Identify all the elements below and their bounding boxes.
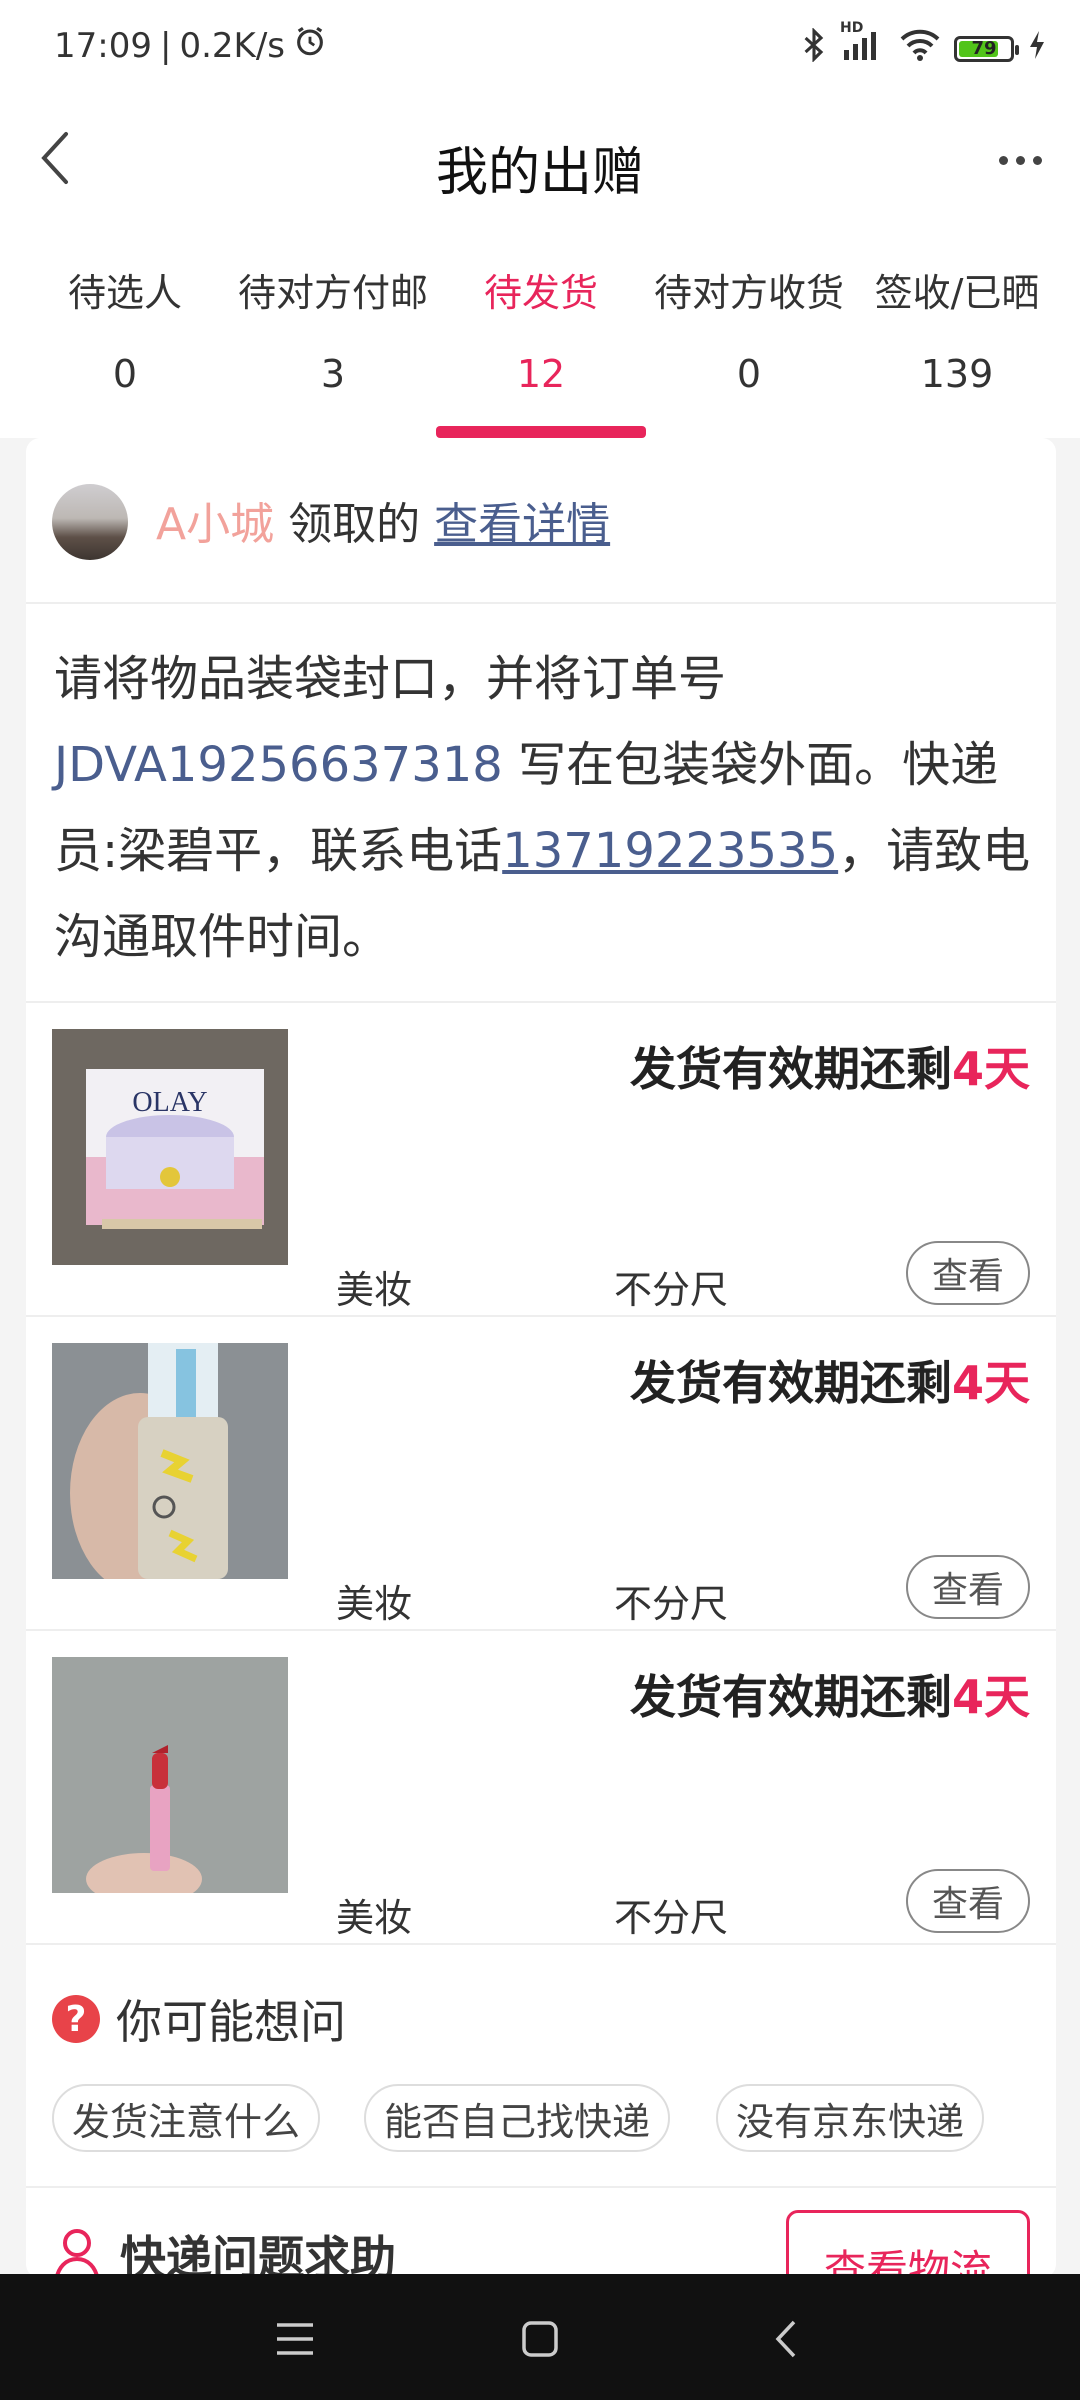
item-size: 不分尺	[614, 1268, 729, 1312]
bluetooth-icon	[800, 27, 828, 69]
home-square-icon	[522, 2321, 558, 2357]
tab-count: 0	[112, 352, 138, 396]
claimer-name[interactable]: A小城	[156, 499, 274, 550]
person-icon	[54, 2229, 100, 2278]
item-row: OLAY 发货有效期还剩4天 美妆 不分尺 查看	[26, 1003, 1056, 1317]
tab-pending-receipt[interactable]: 待对方收货 0	[644, 220, 854, 438]
deadline-days: 4天	[951, 1356, 1030, 1410]
item-size: 不分尺	[614, 1582, 729, 1626]
item-thumbnail[interactable]	[52, 1343, 288, 1579]
more-button[interactable]	[980, 120, 1060, 200]
menu-icon	[277, 2323, 313, 2355]
signal-hd-label: HD	[840, 20, 864, 36]
item-thumbnail[interactable]: OLAY	[52, 1029, 288, 1265]
shipping-deadline: 发货有效期还剩4天	[630, 1347, 1030, 1413]
view-logistics-button[interactable]: 查看物流	[786, 2210, 1030, 2278]
item-image-cream-jar: OLAY	[52, 1029, 288, 1265]
tab-pending-selection[interactable]: 待选人 0	[20, 220, 230, 438]
recent-apps-button[interactable]	[260, 2304, 330, 2374]
tab-count: 139	[920, 352, 994, 396]
question-icon: ?	[52, 1995, 100, 2043]
view-item-button[interactable]: 查看	[906, 1869, 1030, 1933]
claimer-row: A小城 领取的 查看详情	[26, 438, 1056, 604]
signal-icon: HD	[840, 20, 886, 67]
shipping-deadline: 发货有效期还剩4天	[630, 1661, 1030, 1727]
active-tab-indicator	[436, 426, 646, 438]
instruction-part1: 请将物品装袋封口，并将订单号	[54, 651, 727, 707]
deadline-label: 发货有效期还剩	[629, 1042, 952, 1096]
order-number: JDVA19256637318	[54, 737, 503, 793]
deadline-label: 发货有效期还剩	[629, 1670, 952, 1724]
item-category: 美妆	[336, 1582, 413, 1626]
shipping-deadline: 发货有效期还剩4天	[630, 1033, 1030, 1099]
deadline-label: 发货有效期还剩	[629, 1356, 952, 1410]
thumb-brand-text: OLAY	[132, 1087, 207, 1118]
tab-received-shared[interactable]: 签收/已晒 139	[852, 220, 1062, 438]
faq-title: 你可能想问	[116, 1995, 346, 2049]
item-thumbnail[interactable]	[52, 1657, 288, 1893]
status-tabs: 待选人 0 待对方付邮 3 待发货 12 待对方收货 0 签收/已晒 139	[0, 220, 1080, 438]
faq-chip[interactable]: 发货注意什么	[52, 2084, 321, 2152]
status-time: 17:09	[54, 25, 152, 66]
avatar[interactable]	[52, 484, 128, 560]
status-left: 17:09 | 0.2K/s	[54, 24, 327, 67]
charging-icon	[1028, 30, 1046, 67]
back-arrow-icon	[775, 2320, 796, 2358]
battery-level: 79	[971, 38, 997, 59]
faq-chip[interactable]: 能否自己找快递	[364, 2084, 671, 2152]
tab-count: 0	[736, 352, 762, 396]
status-bar: 17:09 | 0.2K/s HD 79	[0, 0, 1080, 100]
tab-label: 签收/已晒	[874, 271, 1040, 315]
view-item-button[interactable]: 查看	[906, 1241, 1030, 1305]
back-nav-button[interactable]	[750, 2304, 820, 2374]
more-horizontal-icon	[998, 155, 1008, 165]
item-row: 发货有效期还剩4天 美妆 不分尺 查看	[26, 1317, 1056, 1631]
status-separator: |	[159, 25, 172, 66]
divider	[26, 2186, 1056, 2188]
item-row: 发货有效期还剩4天 美妆 不分尺 查看	[26, 1631, 1056, 1945]
tab-count: 3	[320, 352, 346, 396]
status-right: HD 79	[800, 20, 1046, 69]
courier-help-title: 快递问题求助	[120, 2231, 396, 2278]
status-network-speed: 0.2K/s	[179, 25, 285, 66]
view-details-link[interactable]: 查看详情	[434, 499, 610, 550]
system-navigation-bar	[0, 2274, 1080, 2400]
courier-help-row[interactable]: 快递问题求助	[52, 2222, 396, 2278]
faq-chip[interactable]: 没有京东快递	[716, 2084, 985, 2152]
claimer-suffix: 领取的	[288, 499, 421, 550]
nav-bar: 我的出赠	[0, 100, 1080, 220]
tab-count: 12	[516, 352, 566, 396]
page-title: 我的出赠	[435, 143, 644, 203]
faq-section-title: ? 你可能想问	[52, 1986, 346, 2052]
claimer-text: A小城 领取的 查看详情	[156, 488, 610, 552]
view-item-button[interactable]: 查看	[906, 1555, 1030, 1619]
deadline-days: 4天	[951, 1042, 1030, 1096]
battery-icon: 79	[954, 35, 1019, 62]
item-image-foundation-bottle	[52, 1343, 288, 1579]
item-size: 不分尺	[614, 1896, 729, 1940]
wifi-icon	[900, 29, 940, 68]
item-category: 美妆	[336, 1268, 413, 1312]
item-image-lipstick	[52, 1657, 288, 1893]
deadline-days: 4天	[951, 1670, 1030, 1724]
tab-pending-postage[interactable]: 待对方付邮 3	[228, 220, 438, 438]
shipping-instruction: 请将物品装袋封口，并将订单号 JDVA19256637318 写在包装袋外面。快…	[54, 636, 1034, 980]
home-button[interactable]	[505, 2304, 575, 2374]
courier-phone-link[interactable]: 13719223535	[502, 823, 838, 879]
order-card: A小城 领取的 查看详情 请将物品装袋封口，并将订单号 JDVA19256637…	[26, 438, 1056, 2278]
alarm-icon	[293, 24, 327, 67]
item-category: 美妆	[336, 1896, 413, 1940]
tab-pending-shipment[interactable]: 待发货 12	[436, 220, 646, 438]
